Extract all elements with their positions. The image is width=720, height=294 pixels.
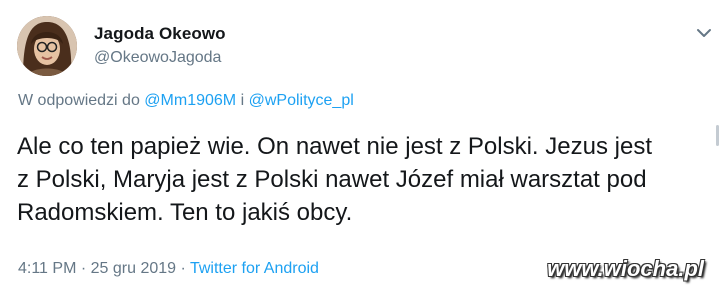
mention-link-2[interactable]: @wPolityce_pl bbox=[249, 92, 354, 109]
meta-separator: · bbox=[80, 260, 87, 277]
reply-prefix: W odpowiedzi do bbox=[18, 92, 140, 109]
chevron-down-icon[interactable] bbox=[695, 26, 713, 40]
tweet-source-link[interactable]: Twitter for Android bbox=[190, 260, 319, 277]
meta-separator: · bbox=[180, 260, 186, 277]
avatar-photo-icon bbox=[17, 16, 77, 76]
tweet-time[interactable]: 4:11 PM bbox=[18, 260, 76, 277]
reply-conjunction: i bbox=[240, 92, 245, 109]
display-name[interactable]: Jagoda Okeowo bbox=[94, 24, 226, 44]
tweet-date[interactable]: 25 gru 2019 bbox=[91, 260, 176, 277]
scrollbar-thumb[interactable] bbox=[716, 125, 719, 146]
reply-context: W odpowiedzi do @Mm1906M i @wPolityce_pl bbox=[18, 92, 354, 110]
tweet-meta: 4:11 PM · 25 gru 2019 · Twitter for Andr… bbox=[18, 260, 319, 278]
user-handle[interactable]: @OkeowoJagoda bbox=[94, 49, 221, 67]
avatar[interactable] bbox=[17, 16, 77, 76]
tweet-card: Jagoda Okeowo @OkeowoJagoda W odpowiedzi… bbox=[0, 0, 720, 294]
mention-link-1[interactable]: @Mm1906M bbox=[144, 92, 236, 109]
site-watermark: www.wiocha.pl bbox=[547, 256, 704, 281]
tweet-text: Ale co ten papież wie. On nawet nie jest… bbox=[17, 133, 652, 226]
